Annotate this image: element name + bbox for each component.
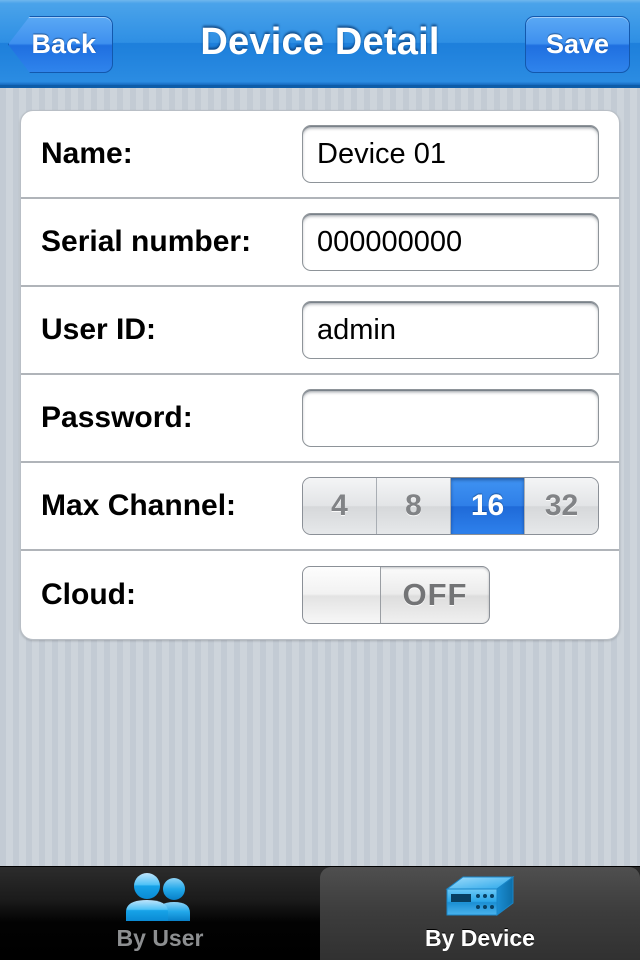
tab-by-device[interactable]: By Device [320, 867, 640, 960]
save-button[interactable]: Save [525, 16, 630, 73]
segment-option-4[interactable]: 4 [303, 478, 377, 534]
serial-number-field-wrap: 000000000 [302, 213, 599, 271]
max-channel-label: Max Channel: [41, 489, 237, 522]
user-id-field-wrap: admin [302, 301, 599, 359]
cloud-control-wrap: OFF [302, 566, 490, 624]
name-input[interactable]: Device 01 [302, 125, 599, 183]
tab-by-user-label: By User [116, 925, 204, 951]
form-row-serial-number: Serial number: 000000000 [21, 199, 619, 287]
serial-number-input[interactable]: 000000000 [302, 213, 599, 271]
user-id-label: User ID: [41, 313, 157, 346]
tab-by-user[interactable]: By User [0, 867, 320, 960]
segment-option-8[interactable]: 8 [377, 478, 451, 534]
form-row-max-channel: Max Channel: 4 8 16 32 [21, 463, 619, 551]
password-field-wrap [302, 389, 599, 447]
form-row-name: Name: Device 01 [21, 111, 619, 199]
form-row-cloud: Cloud: OFF [21, 551, 619, 639]
max-channel-segmented-control[interactable]: 4 8 16 32 [302, 477, 599, 535]
segment-option-16[interactable]: 16 [451, 478, 525, 534]
password-label: Password: [41, 401, 193, 434]
tab-by-device-label: By Device [425, 925, 535, 951]
serial-number-label: Serial number: [41, 225, 252, 258]
tab-bar: By User By Device [0, 866, 640, 960]
cloud-toggle-switch[interactable]: OFF [302, 566, 490, 624]
name-field-wrap: Device 01 [302, 125, 599, 183]
device-detail-form: Name: Device 01 Serial number: 000000000… [20, 110, 620, 640]
toggle-knob[interactable] [303, 567, 381, 623]
name-label: Name: [41, 137, 133, 170]
form-row-password: Password: [21, 375, 619, 463]
people-icon [122, 871, 198, 923]
max-channel-control-wrap: 4 8 16 32 [302, 477, 599, 535]
save-button-label: Save [545, 29, 610, 59]
cloud-label: Cloud: [41, 578, 136, 611]
device-box-icon [441, 871, 519, 923]
password-input[interactable] [302, 389, 599, 447]
navigation-bar: Back Device Detail Save [0, 0, 640, 88]
segment-option-32[interactable]: 32 [525, 478, 598, 534]
toggle-state-label: OFF [402, 577, 468, 612]
form-row-user-id: User ID: admin [21, 287, 619, 375]
user-id-input[interactable]: admin [302, 301, 599, 359]
